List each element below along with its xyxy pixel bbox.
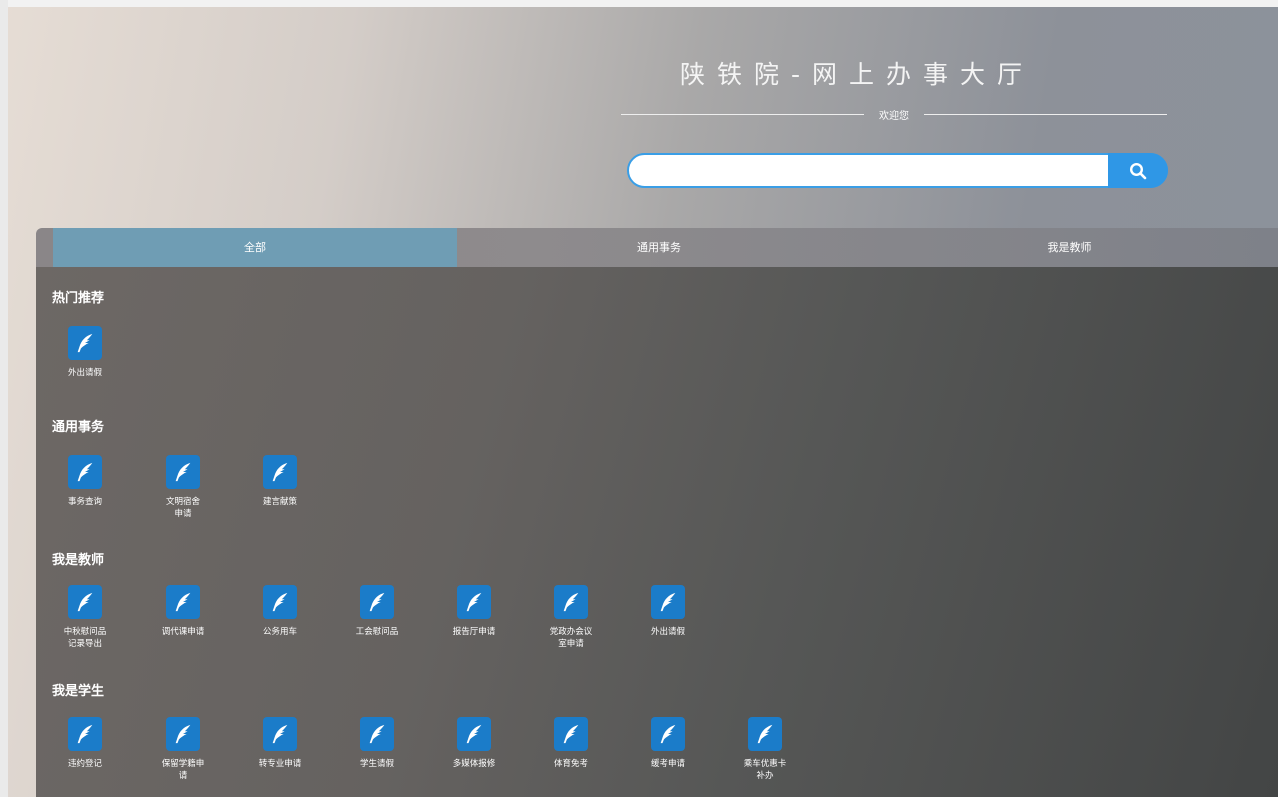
service-label: 事务查询	[67, 497, 102, 507]
quill-icon	[651, 585, 685, 619]
section-heading-common: 通用事务	[52, 420, 105, 435]
service-label: 保留学籍申请	[161, 759, 205, 781]
quill-icon	[651, 717, 685, 751]
welcome-text: 欢迎您	[879, 111, 909, 122]
welcome-divider: 欢迎您	[621, 104, 1167, 126]
service-tile[interactable]: 调代课申请	[146, 585, 220, 638]
service-tile[interactable]: 工会慰问品	[340, 585, 414, 638]
tab-all[interactable]: 全部	[53, 228, 457, 267]
quill-icon	[68, 717, 102, 751]
quill-icon	[263, 455, 297, 489]
quill-icon	[166, 585, 200, 619]
page-title: 陕铁院-网上办事大厅	[680, 60, 1035, 89]
quill-icon	[457, 717, 491, 751]
service-tile[interactable]: 乘车优惠卡补办	[728, 717, 802, 782]
service-label: 多媒体报修	[452, 759, 496, 769]
service-tile[interactable]: 学生请假	[340, 717, 414, 770]
service-label: 外出请假	[67, 368, 102, 378]
quill-icon	[360, 585, 394, 619]
quill-icon	[360, 717, 394, 751]
search-button[interactable]	[1108, 153, 1168, 188]
quill-icon	[263, 585, 297, 619]
service-label: 中秋慰问品记录导出	[63, 627, 107, 649]
search-box	[627, 153, 1168, 188]
quill-icon	[68, 585, 102, 619]
quill-icon	[263, 717, 297, 751]
service-label: 缓考申请	[650, 759, 685, 769]
service-label: 学生请假	[359, 759, 394, 769]
service-tile[interactable]: 建言献策	[243, 455, 317, 508]
service-label: 乘车优惠卡补办	[743, 759, 787, 781]
service-tile[interactable]: 中秋慰问品记录导出	[48, 585, 122, 650]
quill-icon	[554, 585, 588, 619]
service-label: 报告厅申请	[452, 627, 496, 637]
service-tile[interactable]: 保留学籍申请	[146, 717, 220, 782]
service-label: 工会慰问品	[355, 627, 399, 637]
quill-icon	[166, 717, 200, 751]
service-tile[interactable]: 党政办会议室申请	[534, 585, 608, 650]
frame-border	[0, 0, 8, 797]
service-tile[interactable]: 违约登记	[48, 717, 122, 770]
service-panel: 热门推荐 外出请假 通用事务 事务查询 文明宿舍申请 建言献策 我是教师 中秋慰…	[36, 267, 1278, 797]
service-label: 违约登记	[67, 759, 102, 769]
section-heading-hot: 热门推荐	[52, 291, 105, 306]
divider-line	[621, 114, 864, 115]
service-label: 调代课申请	[161, 627, 205, 637]
service-label: 转专业申请	[258, 759, 302, 769]
search-icon	[1129, 162, 1147, 180]
divider-line	[924, 114, 1167, 115]
service-tile[interactable]: 体育免考	[534, 717, 608, 770]
service-tile[interactable]: 转专业申请	[243, 717, 317, 770]
service-tile[interactable]: 外出请假	[631, 585, 705, 638]
quill-icon	[554, 717, 588, 751]
section-heading-teacher: 我是教师	[52, 553, 105, 568]
service-label: 体育免考	[553, 759, 588, 769]
quill-icon	[748, 717, 782, 751]
service-label: 文明宿舍申请	[165, 497, 200, 519]
frame-border	[0, 0, 1278, 7]
section-heading-student: 我是学生	[52, 684, 105, 699]
quill-icon	[68, 326, 102, 360]
service-tile[interactable]: 多媒体报修	[437, 717, 511, 770]
service-tile[interactable]: 事务查询	[48, 455, 122, 508]
service-label: 公务用车	[262, 627, 297, 637]
search-input[interactable]	[641, 159, 1105, 185]
quill-icon	[457, 585, 491, 619]
service-label: 外出请假	[650, 627, 685, 637]
quill-icon	[166, 455, 200, 489]
service-tile[interactable]: 外出请假	[48, 326, 122, 379]
service-tile[interactable]: 缓考申请	[631, 717, 705, 770]
page: 陕铁院-网上办事大厅 欢迎您 全部 通用事务 我是教师 热门推荐 外出请假 通用…	[0, 0, 1278, 797]
service-tile[interactable]: 公务用车	[243, 585, 317, 638]
tab-bar: 全部 通用事务 我是教师	[36, 228, 1278, 267]
tab-common-affairs[interactable]: 通用事务	[457, 228, 861, 267]
service-tile[interactable]: 报告厅申请	[437, 585, 511, 638]
quill-icon	[68, 455, 102, 489]
service-label: 党政办会议室申请	[549, 627, 593, 649]
service-label: 建言献策	[262, 497, 297, 507]
tab-teacher[interactable]: 我是教师	[861, 228, 1278, 267]
service-tile[interactable]: 文明宿舍申请	[146, 455, 220, 520]
